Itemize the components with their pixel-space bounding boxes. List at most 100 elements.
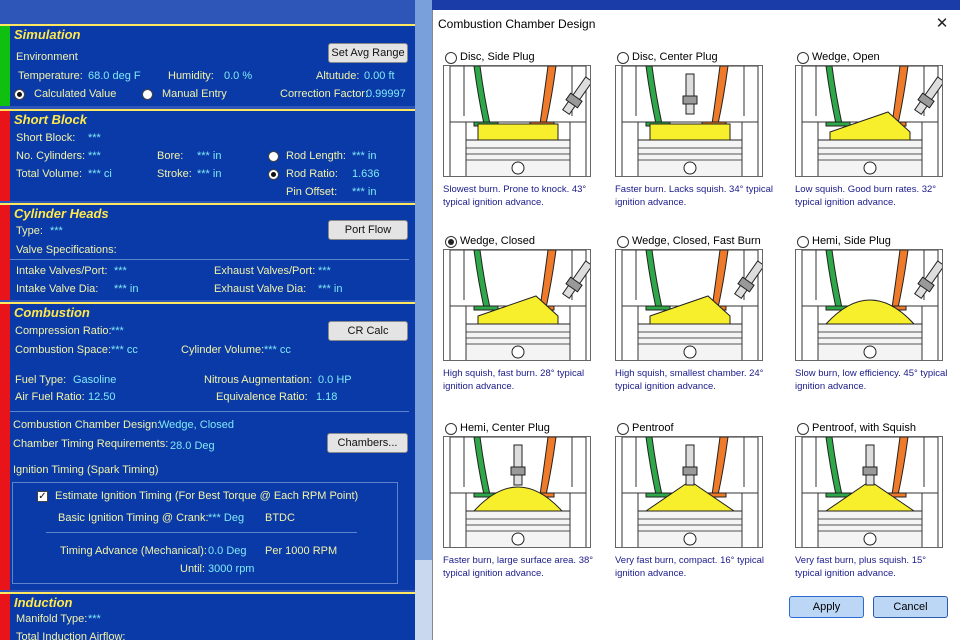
- bore-value[interactable]: *** in: [197, 150, 221, 162]
- manual-entry-radio[interactable]: [142, 89, 153, 100]
- chamber-diagram-image[interactable]: [615, 436, 763, 548]
- rod-ratio-value[interactable]: 1.636: [352, 168, 380, 180]
- dialog-title: Combustion Chamber Design: [438, 17, 596, 31]
- port-flow-button[interactable]: Port Flow: [328, 220, 408, 240]
- induction-section: Induction Manifold Type: *** Total Induc…: [0, 592, 415, 640]
- chamber-option-label[interactable]: Disc, Side Plug: [460, 51, 535, 63]
- section-title-induction: Induction: [14, 595, 73, 610]
- fuel-type-label: Fuel Type:: [15, 374, 67, 386]
- chamber-description: Slow burn, low efficiency. 45° typical i…: [795, 368, 948, 392]
- chamber-design-value: Wedge, Closed: [159, 419, 235, 431]
- chamber-diagram-image[interactable]: [795, 436, 943, 548]
- chamber-option-label[interactable]: Wedge, Open: [812, 51, 880, 63]
- intake-valves-value[interactable]: ***: [114, 265, 127, 277]
- chamber-option-label[interactable]: Wedge, Closed: [460, 235, 535, 247]
- close-icon[interactable]: ✕: [932, 14, 952, 34]
- chamber-diagram-image[interactable]: [443, 65, 591, 177]
- altitude-value[interactable]: 0.00 ft: [364, 70, 395, 82]
- chamber-description: Very fast burn, compact. 16° typical ign…: [615, 555, 765, 579]
- chamber-diagram-image[interactable]: [443, 249, 591, 361]
- basic-timing-label: Basic Ignition Timing @ Crank:: [58, 512, 209, 524]
- chamber-radio[interactable]: [797, 423, 809, 435]
- chamber-diagram-image[interactable]: [443, 436, 591, 548]
- chamber-option-label[interactable]: Hemi, Side Plug: [812, 235, 891, 247]
- divider: [10, 259, 409, 260]
- head-type-label: Type:: [16, 225, 43, 237]
- section-title-short-block: Short Block: [14, 112, 87, 127]
- chamber-radio[interactable]: [797, 52, 809, 64]
- chamber-option-label[interactable]: Hemi, Center Plug: [460, 422, 550, 434]
- chamber-diagram-image[interactable]: [615, 65, 763, 177]
- humidity-value[interactable]: 0.0 %: [224, 70, 252, 82]
- chamber-radio[interactable]: [617, 52, 629, 64]
- chamber-option-label[interactable]: Wedge, Closed, Fast Burn: [632, 235, 761, 247]
- rod-ratio-radio[interactable]: [268, 169, 279, 180]
- chamber-description: Faster burn. Lacks squish. 34° typical i…: [615, 184, 773, 208]
- chamber-radio[interactable]: [797, 236, 809, 248]
- chamber-option-label[interactable]: Pentroof: [632, 422, 674, 434]
- status-bar-green: [0, 26, 10, 106]
- background-strip-lower: [415, 560, 432, 640]
- short-block-value[interactable]: ***: [88, 132, 101, 144]
- chamber-radio[interactable]: [617, 236, 629, 248]
- basic-timing-value[interactable]: *** Deg: [208, 512, 244, 524]
- calculated-radio[interactable]: [14, 89, 25, 100]
- exhaust-dia-value[interactable]: *** in: [318, 283, 342, 295]
- temperature-value[interactable]: 68.0 deg F: [88, 70, 141, 82]
- per-rpm-label: Per 1000 RPM: [265, 545, 338, 557]
- set-avg-range-button[interactable]: Set Avg Range: [328, 43, 408, 63]
- pin-offset-value[interactable]: *** in: [352, 186, 376, 198]
- chamber-design-label: Combustion Chamber Design:: [13, 419, 161, 431]
- air-fuel-value[interactable]: 12.50: [88, 391, 116, 403]
- until-value[interactable]: 3000 rpm: [208, 563, 254, 575]
- cylinders-label: No. Cylinders:: [16, 150, 86, 162]
- cr-calc-button[interactable]: CR Calc: [328, 321, 408, 341]
- combustion-space-value[interactable]: *** cc: [111, 344, 138, 356]
- stroke-value[interactable]: *** in: [197, 168, 221, 180]
- head-type-value[interactable]: ***: [50, 225, 63, 237]
- chamber-diagram-image[interactable]: [795, 65, 943, 177]
- cancel-button[interactable]: Cancel: [873, 596, 948, 618]
- exhaust-valves-value[interactable]: ***: [318, 265, 331, 277]
- manifold-type-value[interactable]: ***: [88, 613, 101, 625]
- chamber-radio[interactable]: [445, 236, 457, 248]
- manifold-type-label: Manifold Type:: [16, 613, 88, 625]
- environment-label: Environment: [16, 51, 78, 63]
- rod-length-radio[interactable]: [268, 151, 279, 162]
- total-volume-label: Total Volume:: [16, 168, 83, 180]
- status-bar-red: [0, 304, 10, 590]
- chamber-description: Low squish. Good burn rates. 32° typical…: [795, 184, 937, 208]
- chamber-radio[interactable]: [445, 423, 457, 435]
- cylinders-value[interactable]: ***: [88, 150, 101, 162]
- chamber-option-label[interactable]: Pentroof, with Squish: [812, 422, 916, 434]
- chamber-diagram-image[interactable]: [615, 249, 763, 361]
- chamber-description: High squish, fast burn. 28° typical igni…: [443, 368, 585, 392]
- apply-button[interactable]: Apply: [789, 596, 864, 618]
- cylinder-volume-label: Cylinder Volume:: [181, 344, 265, 356]
- btdc-label: BTDC: [265, 512, 295, 524]
- equivalence-value: 1.18: [316, 391, 338, 403]
- chamber-description: Very fast burn, plus squish. 15° typical…: [795, 555, 927, 579]
- humidity-label: Humidity:: [168, 70, 214, 82]
- chamber-radio[interactable]: [445, 52, 457, 64]
- cylinder-heads-section: Cylinder Heads Type: *** Port Flow Valve…: [0, 203, 415, 300]
- cylinder-volume-value: *** cc: [264, 344, 291, 356]
- total-volume-value: *** ci: [88, 168, 112, 180]
- chamber-option-label[interactable]: Disc, Center Plug: [632, 51, 718, 63]
- compression-label: Compression Ratio:: [15, 325, 112, 337]
- rod-length-value[interactable]: *** in: [352, 150, 376, 162]
- equivalence-label: Equivalence Ratio:: [216, 391, 308, 403]
- timing-advance-value[interactable]: 0.0 Deg: [208, 545, 247, 557]
- rod-length-label: Rod Length:: [286, 150, 346, 162]
- intake-dia-value[interactable]: *** in: [114, 283, 138, 295]
- estimate-ignition-checkbox[interactable]: ✓: [37, 491, 48, 502]
- chamber-timing-value: 28.0 Deg: [170, 440, 215, 452]
- timing-advance-label: Timing Advance (Mechanical):: [60, 545, 207, 557]
- induction-airflow-label: Total Induction Airflow:: [16, 631, 126, 640]
- chamber-diagram-image[interactable]: [795, 249, 943, 361]
- nitrous-value[interactable]: 0.0 HP: [318, 374, 352, 386]
- chambers-button[interactable]: Chambers...: [327, 433, 408, 453]
- chamber-radio[interactable]: [617, 423, 629, 435]
- correction-factor-value: 0.99997: [366, 88, 406, 100]
- fuel-type-value[interactable]: Gasoline: [73, 374, 116, 386]
